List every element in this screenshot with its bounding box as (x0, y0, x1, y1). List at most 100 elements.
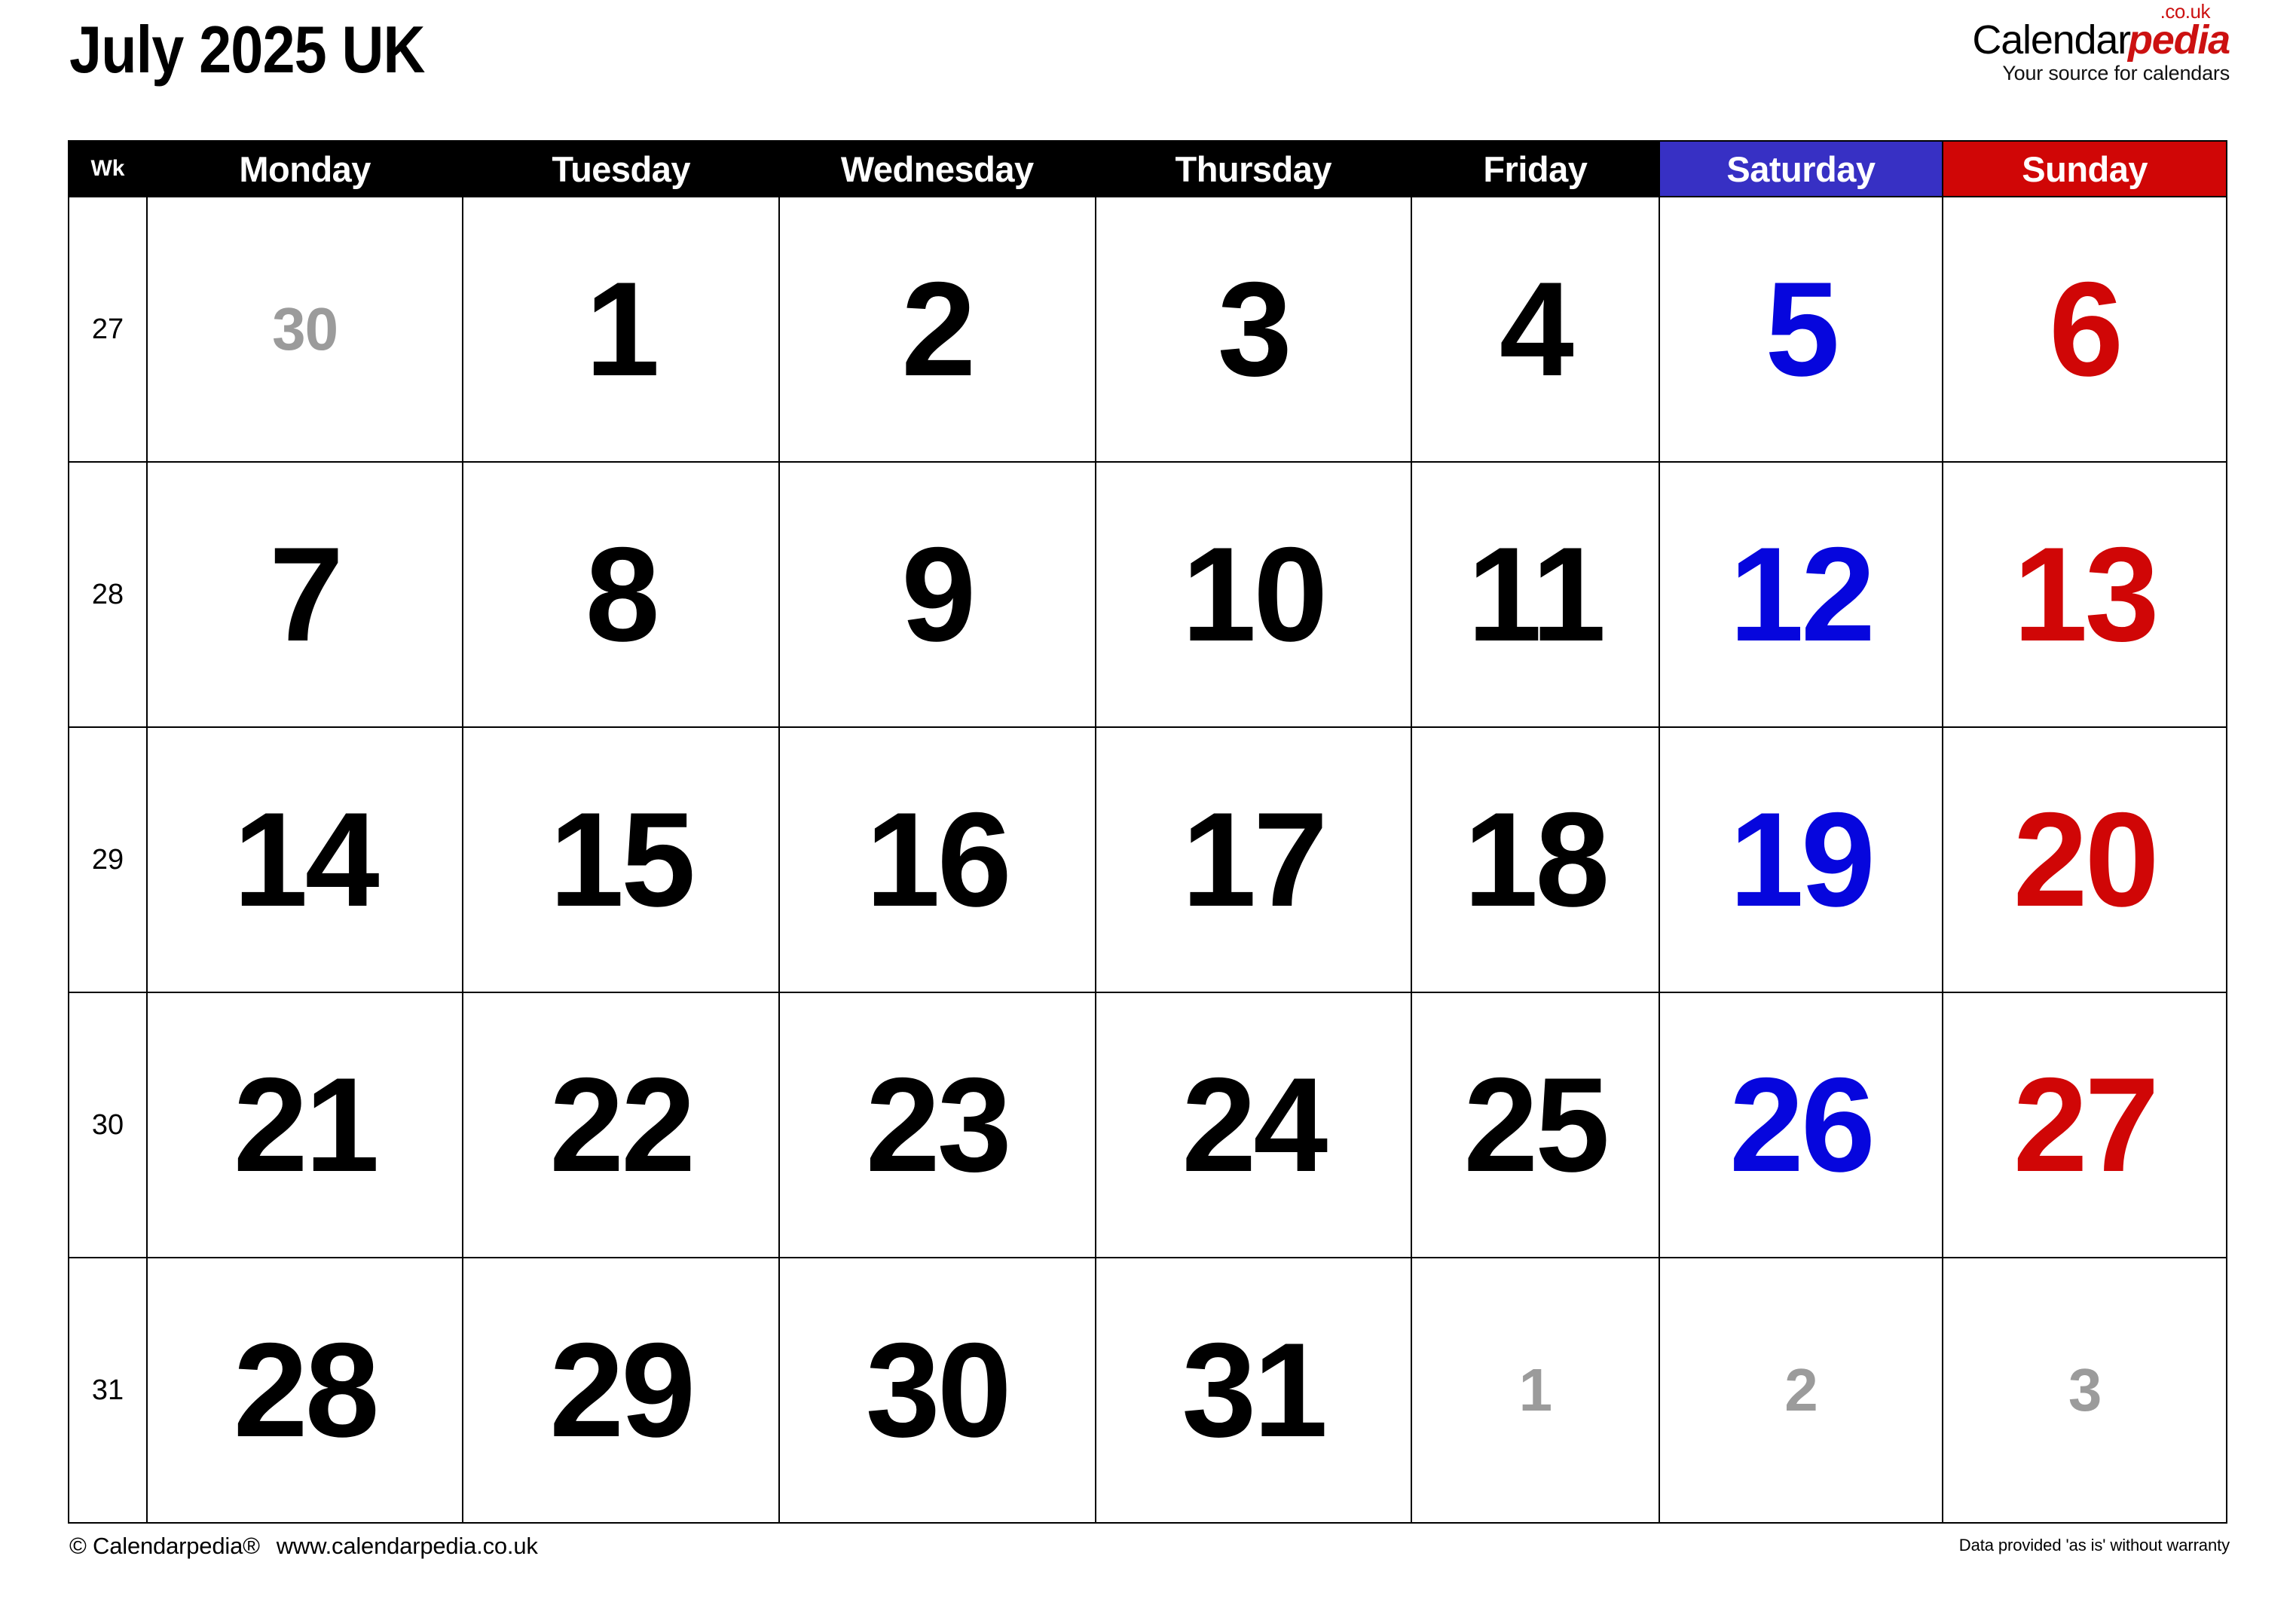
day-header-sunday: Sunday (1942, 140, 2227, 197)
week-number-cell: 29 (68, 726, 148, 993)
day-number: 25 (1463, 1050, 1610, 1200)
footer-website-link[interactable]: www.calendarpedia.co.uk (277, 1533, 538, 1559)
day-number: 14 (233, 784, 380, 934)
day-cell[interactable]: 14 (145, 726, 464, 993)
footer-disclaimer: Data provided 'as is' without warranty (1958, 1536, 2230, 1555)
day-header-tuesday: Tuesday (462, 140, 780, 197)
day-cell[interactable]: 30 (778, 1257, 1096, 1524)
calendar-week-row: 31 28 29 30 31 1 2 3 (68, 1257, 2227, 1524)
day-cell[interactable]: 30 (145, 196, 464, 463)
day-number: 21 (233, 1050, 380, 1200)
day-number: 22 (549, 1050, 696, 1200)
day-cell[interactable]: 9 (778, 461, 1096, 728)
day-cell[interactable]: 3 (1942, 1257, 2227, 1524)
day-number: 3 (2068, 1356, 2102, 1423)
day-cell[interactable]: 12 (1658, 461, 1944, 728)
day-header-monday: Monday (145, 140, 464, 197)
day-cell[interactable]: 23 (778, 992, 1096, 1258)
day-cell[interactable]: 21 (145, 992, 464, 1258)
day-number: 11 (1467, 519, 1606, 669)
week-column-header: Wk (68, 140, 148, 197)
day-header-saturday: Saturday (1658, 140, 1944, 197)
week-number-cell: 27 (68, 196, 148, 463)
day-cell[interactable]: 27 (1942, 992, 2227, 1258)
logo-tld-label: .co.uk (2160, 0, 2211, 23)
day-number: 18 (1463, 784, 1610, 934)
day-cell[interactable]: 13 (1942, 461, 2227, 728)
day-cell[interactable]: 3 (1094, 196, 1413, 463)
day-cell[interactable]: 31 (1094, 1257, 1413, 1524)
day-header-wednesday: Wednesday (778, 140, 1096, 197)
calendar-header-row: Wk Monday Tuesday Wednesday Thursday Fri… (68, 140, 2227, 197)
day-number: 30 (865, 1315, 1012, 1465)
day-cell[interactable]: 10 (1094, 461, 1413, 728)
day-cell[interactable]: 4 (1411, 196, 1660, 463)
day-number: 2 (901, 254, 976, 404)
day-cell[interactable]: 15 (462, 726, 780, 993)
page-header: July 2025 UK Calendarpedia .co.uk Your s… (0, 0, 2296, 140)
footer-copyright: © Calendarpedia® www.calendarpedia.co.uk (69, 1533, 538, 1560)
day-cell[interactable]: 8 (462, 461, 780, 728)
logo-word-pedia: pedia (2127, 17, 2230, 63)
day-cell[interactable]: 28 (145, 1257, 464, 1524)
day-cell[interactable]: 22 (462, 992, 780, 1258)
day-header-friday: Friday (1411, 140, 1660, 197)
day-cell[interactable]: 20 (1942, 726, 2227, 993)
day-number: 16 (865, 784, 1012, 934)
day-cell[interactable]: 11 (1411, 461, 1660, 728)
day-number: 5 (1765, 254, 1839, 404)
day-cell[interactable]: 2 (1658, 1257, 1944, 1524)
day-cell[interactable]: 19 (1658, 726, 1944, 993)
day-number: 12 (1729, 519, 1876, 669)
day-number: 1 (1518, 1356, 1552, 1423)
day-number: 31 (1182, 1315, 1328, 1465)
day-cell[interactable]: 29 (462, 1257, 780, 1524)
day-cell[interactable]: 1 (462, 196, 780, 463)
week-number-cell: 28 (68, 461, 148, 728)
day-number: 28 (233, 1315, 380, 1465)
day-number: 2 (1784, 1356, 1818, 1423)
day-cell[interactable]: 24 (1094, 992, 1413, 1258)
day-number: 24 (1182, 1050, 1328, 1200)
day-cell[interactable]: 18 (1411, 726, 1660, 993)
day-number: 1 (585, 254, 660, 404)
day-number: 19 (1729, 784, 1876, 934)
day-number: 7 (269, 519, 344, 669)
day-number: 4 (1499, 254, 1574, 404)
day-cell[interactable]: 7 (145, 461, 464, 728)
day-number: 6 (2049, 254, 2123, 404)
day-cell[interactable]: 6 (1942, 196, 2227, 463)
day-cell[interactable]: 17 (1094, 726, 1413, 993)
logo-word-calendar: Calendar (1972, 17, 2131, 63)
logo-wordmark: Calendarpedia .co.uk (1972, 2, 2230, 63)
day-number: 27 (2013, 1050, 2160, 1200)
day-number: 8 (585, 519, 660, 669)
day-number: 3 (1217, 254, 1292, 404)
week-number-cell: 31 (68, 1257, 148, 1524)
day-number: 29 (549, 1315, 696, 1465)
day-number: 10 (1182, 519, 1328, 669)
day-cell[interactable]: 25 (1411, 992, 1660, 1258)
day-cell[interactable]: 26 (1658, 992, 1944, 1258)
day-cell[interactable]: 5 (1658, 196, 1944, 463)
calendar-week-row: 29 14 15 16 17 18 19 20 (68, 726, 2227, 993)
footer-copyright-text: © Calendarpedia® (69, 1533, 260, 1559)
page-title: July 2025 UK (69, 12, 425, 87)
day-header-thursday: Thursday (1094, 140, 1413, 197)
monthly-calendar-grid: Wk Monday Tuesday Wednesday Thursday Fri… (68, 140, 2227, 1524)
logo-tagline: Your source for calendars (2002, 62, 2230, 84)
day-number: 20 (2013, 784, 2160, 934)
calendar-week-row: 30 21 22 23 24 25 26 27 (68, 992, 2227, 1258)
day-number: 26 (1729, 1050, 1876, 1200)
day-number: 17 (1182, 784, 1328, 934)
day-number: 30 (272, 295, 338, 362)
day-number: 13 (2013, 519, 2160, 669)
day-cell[interactable]: 16 (778, 726, 1096, 993)
day-number: 9 (901, 519, 976, 669)
day-cell[interactable]: 2 (778, 196, 1096, 463)
day-cell[interactable]: 1 (1411, 1257, 1660, 1524)
week-number-cell: 30 (68, 992, 148, 1258)
calendarpedia-logo[interactable]: Calendarpedia .co.uk Your source for cal… (1838, 2, 2230, 85)
day-number: 23 (865, 1050, 1012, 1200)
calendar-body: 27 30 1 2 3 4 5 6 28 7 8 9 10 11 12 13 2… (68, 196, 2227, 1524)
